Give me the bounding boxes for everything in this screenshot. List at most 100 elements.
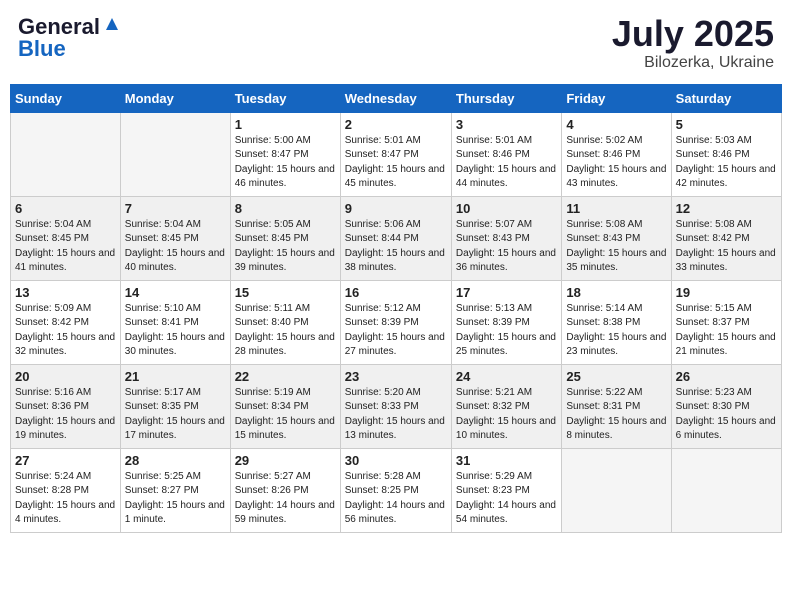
day-number: 3 <box>456 117 557 132</box>
day-info: Sunrise: 5:05 AM Sunset: 8:45 PM Dayligh… <box>235 218 336 276</box>
title-block: July 2025 Bilozerka, Ukraine <box>612 14 774 72</box>
logo: General Blue <box>18 14 121 62</box>
calendar-cell: 20Sunrise: 5:16 AM Sunset: 8:36 PM Dayli… <box>11 364 121 448</box>
day-info: Sunrise: 5:03 AM Sunset: 8:46 PM Dayligh… <box>676 134 777 192</box>
calendar-cell: 22 Sunrise: 5:19 AM Sunset: 8:34 PM Dayli… <box>230 364 340 448</box>
calendar-cell: 12 Sunrise: 5:08 AM Sunset: 8:42 PM Dayli… <box>671 196 781 280</box>
col-tuesday: Tuesday <box>230 84 340 112</box>
day-number: 28 <box>125 453 226 468</box>
day-number: 6 <box>15 201 116 216</box>
day-number: 18 <box>566 285 666 300</box>
day-info: Sunrise: 5:08 AM Sunset: 8:42 PM Dayligh… <box>676 218 777 276</box>
calendar-cell: 21 Sunrise: 5:17 AM Sunset: 8:35 PM Dayli… <box>120 364 230 448</box>
calendar-week-row: 1Sunrise: 5:00 AM Sunset: 8:47 PM Daylig… <box>11 112 782 196</box>
day-info: Sunrise: 5:24 AM Sunset: 8:28 PM Dayligh… <box>15 470 116 528</box>
calendar-cell: 16 Sunrise: 5:12 AM Sunset: 8:39 PM Dayli… <box>340 280 451 364</box>
calendar-cell: 27 Sunrise: 5:24 AM Sunset: 8:28 PM Dayli… <box>11 448 121 532</box>
day-number: 20 <box>15 369 116 384</box>
calendar-cell: 10 Sunrise: 5:07 AM Sunset: 8:43 PM Dayli… <box>451 196 561 280</box>
day-number: 15 <box>235 285 336 300</box>
day-number: 2 <box>345 117 447 132</box>
calendar-location: Bilozerka, Ukraine <box>612 54 774 72</box>
calendar-week-row: 13 Sunrise: 5:09 AM Sunset: 8:42 PM Dayli… <box>11 280 782 364</box>
calendar-cell: 8Sunrise: 5:05 AM Sunset: 8:45 PM Daylig… <box>230 196 340 280</box>
calendar-cell <box>120 112 230 196</box>
calendar-cell: 30Sunrise: 5:28 AM Sunset: 8:25 PM Dayli… <box>340 448 451 532</box>
calendar-cell <box>562 448 671 532</box>
calendar-cell: 6 Sunrise: 5:04 AM Sunset: 8:45 PM Daylig… <box>11 196 121 280</box>
day-number: 30 <box>345 453 447 468</box>
calendar-cell: 11Sunrise: 5:08 AM Sunset: 8:43 PM Dayli… <box>562 196 671 280</box>
day-info: Sunrise: 5:02 AM Sunset: 8:46 PM Dayligh… <box>566 134 666 192</box>
day-number: 7 <box>125 201 226 216</box>
day-info: Sunrise: 5:15 AM Sunset: 8:37 PM Dayligh… <box>676 302 777 360</box>
day-number: 13 <box>15 285 116 300</box>
day-number: 27 <box>15 453 116 468</box>
day-number: 14 <box>125 285 226 300</box>
day-info: Sunrise: 5:17 AM Sunset: 8:35 PM Dayligh… <box>125 386 226 444</box>
day-info: Sunrise: 5:08 AM Sunset: 8:43 PM Dayligh… <box>566 218 666 276</box>
calendar-week-row: 6 Sunrise: 5:04 AM Sunset: 8:45 PM Daylig… <box>11 196 782 280</box>
calendar-cell: 5 Sunrise: 5:03 AM Sunset: 8:46 PM Daylig… <box>671 112 781 196</box>
calendar-cell: 25Sunrise: 5:22 AM Sunset: 8:31 PM Dayli… <box>562 364 671 448</box>
day-info: Sunrise: 5:06 AM Sunset: 8:44 PM Dayligh… <box>345 218 447 276</box>
day-number: 16 <box>345 285 447 300</box>
calendar-cell: 31 Sunrise: 5:29 AM Sunset: 8:23 PM Dayli… <box>451 448 561 532</box>
day-info: Sunrise: 5:20 AM Sunset: 8:33 PM Dayligh… <box>345 386 447 444</box>
day-info: Sunrise: 5:04 AM Sunset: 8:45 PM Dayligh… <box>125 218 226 276</box>
calendar-cell <box>671 448 781 532</box>
calendar-cell: 7 Sunrise: 5:04 AM Sunset: 8:45 PM Daylig… <box>120 196 230 280</box>
calendar-cell: 26Sunrise: 5:23 AM Sunset: 8:30 PM Dayli… <box>671 364 781 448</box>
day-number: 5 <box>676 117 777 132</box>
calendar-cell: 17Sunrise: 5:13 AM Sunset: 8:39 PM Dayli… <box>451 280 561 364</box>
day-info: Sunrise: 5:23 AM Sunset: 8:30 PM Dayligh… <box>676 386 777 444</box>
day-info: Sunrise: 5:27 AM Sunset: 8:26 PM Dayligh… <box>235 470 336 528</box>
day-info: Sunrise: 5:07 AM Sunset: 8:43 PM Dayligh… <box>456 218 557 276</box>
calendar-table: Sunday Monday Tuesday Wednesday Thursday… <box>10 84 782 533</box>
day-number: 4 <box>566 117 666 132</box>
day-number: 22 <box>235 369 336 384</box>
calendar-cell: 9Sunrise: 5:06 AM Sunset: 8:44 PM Daylig… <box>340 196 451 280</box>
day-number: 10 <box>456 201 557 216</box>
day-info: Sunrise: 5:19 AM Sunset: 8:34 PM Dayligh… <box>235 386 336 444</box>
calendar-title: July 2025 <box>612 14 774 54</box>
day-info: Sunrise: 5:22 AM Sunset: 8:31 PM Dayligh… <box>566 386 666 444</box>
day-info: Sunrise: 5:25 AM Sunset: 8:27 PM Dayligh… <box>125 470 226 528</box>
calendar-header-row: Sunday Monday Tuesday Wednesday Thursday… <box>11 84 782 112</box>
day-number: 12 <box>676 201 777 216</box>
day-info: Sunrise: 5:04 AM Sunset: 8:45 PM Dayligh… <box>15 218 116 276</box>
day-info: Sunrise: 5:00 AM Sunset: 8:47 PM Dayligh… <box>235 134 336 192</box>
day-info: Sunrise: 5:14 AM Sunset: 8:38 PM Dayligh… <box>566 302 666 360</box>
calendar-cell: 18 Sunrise: 5:14 AM Sunset: 8:38 PM Dayli… <box>562 280 671 364</box>
page-header: General Blue July 2025 Bilozerka, Ukrain… <box>10 10 782 76</box>
calendar-cell: 15 Sunrise: 5:11 AM Sunset: 8:40 PM Dayli… <box>230 280 340 364</box>
col-thursday: Thursday <box>451 84 561 112</box>
day-info: Sunrise: 5:11 AM Sunset: 8:40 PM Dayligh… <box>235 302 336 360</box>
day-info: Sunrise: 5:01 AM Sunset: 8:46 PM Dayligh… <box>456 134 557 192</box>
calendar-cell: 28 Sunrise: 5:25 AM Sunset: 8:27 PM Dayli… <box>120 448 230 532</box>
day-info: Sunrise: 5:10 AM Sunset: 8:41 PM Dayligh… <box>125 302 226 360</box>
day-number: 31 <box>456 453 557 468</box>
col-monday: Monday <box>120 84 230 112</box>
calendar-cell: 29Sunrise: 5:27 AM Sunset: 8:26 PM Dayli… <box>230 448 340 532</box>
day-number: 24 <box>456 369 557 384</box>
day-info: Sunrise: 5:09 AM Sunset: 8:42 PM Dayligh… <box>15 302 116 360</box>
day-number: 19 <box>676 285 777 300</box>
logo-blue-text: Blue <box>18 36 66 62</box>
day-info: Sunrise: 5:12 AM Sunset: 8:39 PM Dayligh… <box>345 302 447 360</box>
calendar-cell: 13 Sunrise: 5:09 AM Sunset: 8:42 PM Dayli… <box>11 280 121 364</box>
col-saturday: Saturday <box>671 84 781 112</box>
day-info: Sunrise: 5:13 AM Sunset: 8:39 PM Dayligh… <box>456 302 557 360</box>
calendar-cell: 2Sunrise: 5:01 AM Sunset: 8:47 PM Daylig… <box>340 112 451 196</box>
calendar-cell: 19 Sunrise: 5:15 AM Sunset: 8:37 PM Dayli… <box>671 280 781 364</box>
logo-arrow-icon <box>103 15 121 38</box>
calendar-cell: 1Sunrise: 5:00 AM Sunset: 8:47 PM Daylig… <box>230 112 340 196</box>
calendar-cell: 4 Sunrise: 5:02 AM Sunset: 8:46 PM Daylig… <box>562 112 671 196</box>
day-number: 21 <box>125 369 226 384</box>
calendar-cell: 24Sunrise: 5:21 AM Sunset: 8:32 PM Dayli… <box>451 364 561 448</box>
calendar-cell <box>11 112 121 196</box>
day-info: Sunrise: 5:29 AM Sunset: 8:23 PM Dayligh… <box>456 470 557 528</box>
calendar-cell: 23Sunrise: 5:20 AM Sunset: 8:33 PM Dayli… <box>340 364 451 448</box>
calendar-cell: 14 Sunrise: 5:10 AM Sunset: 8:41 PM Dayli… <box>120 280 230 364</box>
calendar-cell: 3 Sunrise: 5:01 AM Sunset: 8:46 PM Daylig… <box>451 112 561 196</box>
